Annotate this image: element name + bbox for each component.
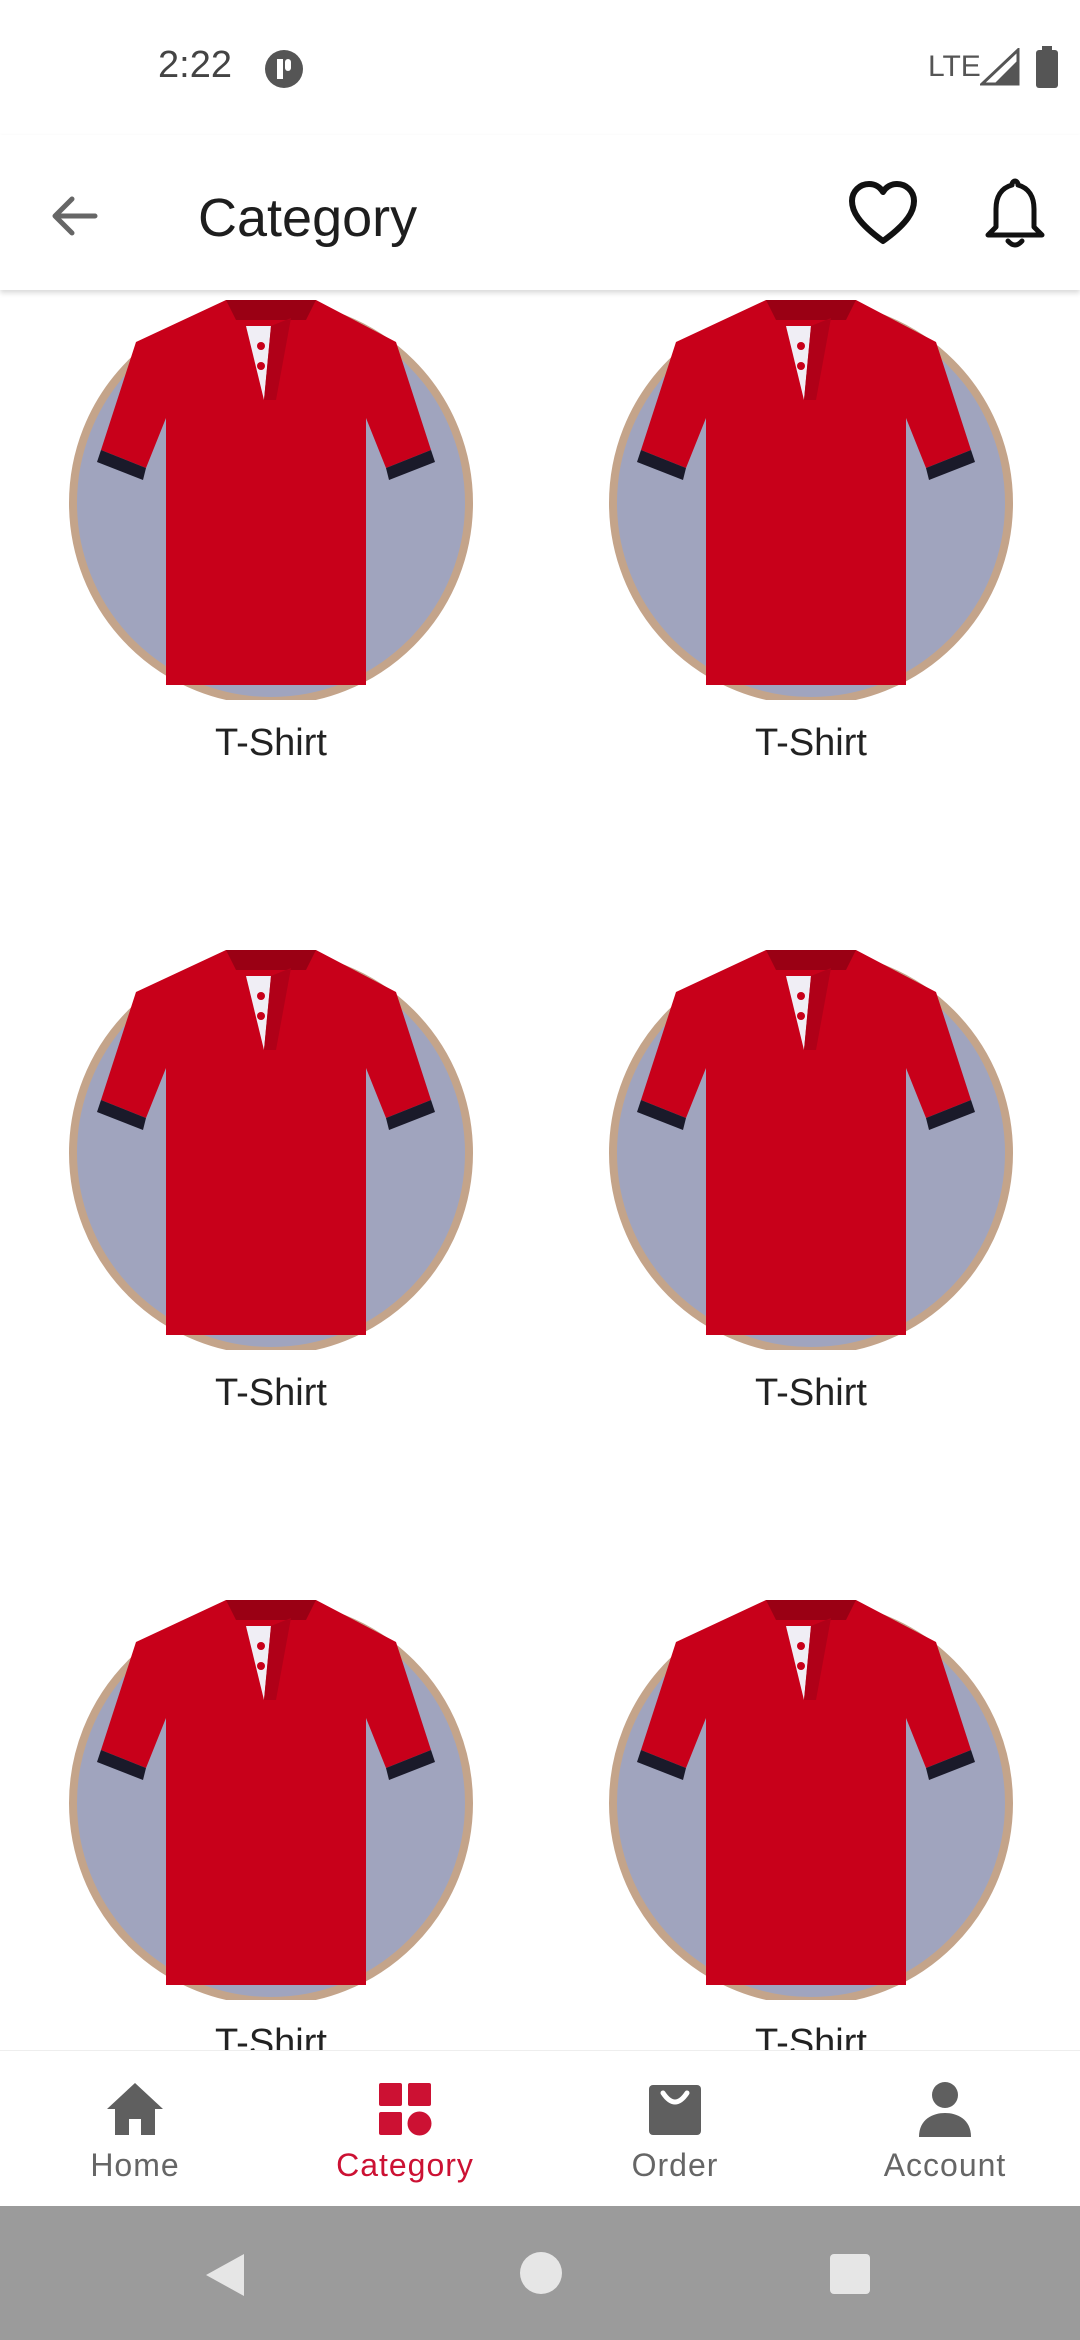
battery-icon bbox=[1036, 46, 1058, 88]
status-bar: 2:22 LTE bbox=[0, 0, 1080, 135]
category-card[interactable]: T-Shirt bbox=[66, 920, 486, 1440]
nav-label-category: Category bbox=[336, 2147, 474, 2183]
system-recents-icon[interactable] bbox=[830, 2254, 870, 2294]
tshirt-image bbox=[609, 300, 1013, 700]
category-icon bbox=[379, 2083, 432, 2136]
category-label: T-Shirt bbox=[215, 1372, 327, 1414]
network-type: LTE bbox=[928, 50, 981, 83]
tshirt-image bbox=[609, 950, 1013, 1350]
shopping-bag-icon bbox=[649, 2085, 701, 2135]
nav-item-order[interactable]: Order bbox=[540, 2051, 810, 2207]
nav-item-category[interactable]: Category bbox=[270, 2051, 540, 2207]
back-arrow-icon[interactable] bbox=[40, 181, 110, 251]
nav-item-account[interactable]: Account bbox=[810, 2051, 1080, 2207]
nav-label-order: Order bbox=[631, 2147, 719, 2183]
category-label: T-Shirt bbox=[215, 722, 327, 764]
tshirt-image bbox=[69, 950, 473, 1350]
system-back-icon[interactable] bbox=[200, 2250, 250, 2300]
signal-icon bbox=[980, 48, 1020, 86]
system-home-icon[interactable] bbox=[520, 2252, 562, 2294]
category-card[interactable]: T-Shirt bbox=[66, 1570, 486, 2050]
page-title: Category bbox=[198, 188, 418, 248]
category-label: T-Shirt bbox=[755, 1372, 867, 1414]
bottom-navigation: Home Category Order Account bbox=[0, 2050, 1080, 2207]
status-time: 2:22 bbox=[158, 44, 232, 86]
category-label: T-Shirt bbox=[215, 2022, 327, 2050]
bell-icon[interactable] bbox=[978, 175, 1052, 253]
category-grid: T-Shirt T-Shirt T-Shirt T-Shirt T-Shirt … bbox=[0, 290, 1080, 2050]
nav-item-home[interactable]: Home bbox=[0, 2051, 270, 2207]
category-card[interactable]: T-Shirt bbox=[606, 290, 1026, 790]
category-card[interactable]: T-Shirt bbox=[606, 920, 1026, 1440]
app-bar: Category bbox=[0, 135, 1080, 290]
heart-icon[interactable] bbox=[846, 177, 920, 251]
category-label: T-Shirt bbox=[755, 2022, 867, 2050]
system-nav-bar bbox=[0, 2206, 1080, 2340]
nav-label-home: Home bbox=[90, 2147, 180, 2183]
category-card[interactable]: T-Shirt bbox=[66, 290, 486, 790]
home-icon bbox=[107, 2083, 163, 2135]
tshirt-image bbox=[69, 300, 473, 700]
app-notification-icon bbox=[265, 50, 303, 88]
category-card[interactable]: T-Shirt bbox=[606, 1570, 1026, 2050]
person-icon bbox=[919, 2082, 971, 2137]
tshirt-image bbox=[69, 1600, 473, 2000]
tshirt-image bbox=[609, 1600, 1013, 2000]
category-label: T-Shirt bbox=[755, 722, 867, 764]
nav-label-account: Account bbox=[883, 2147, 1007, 2183]
